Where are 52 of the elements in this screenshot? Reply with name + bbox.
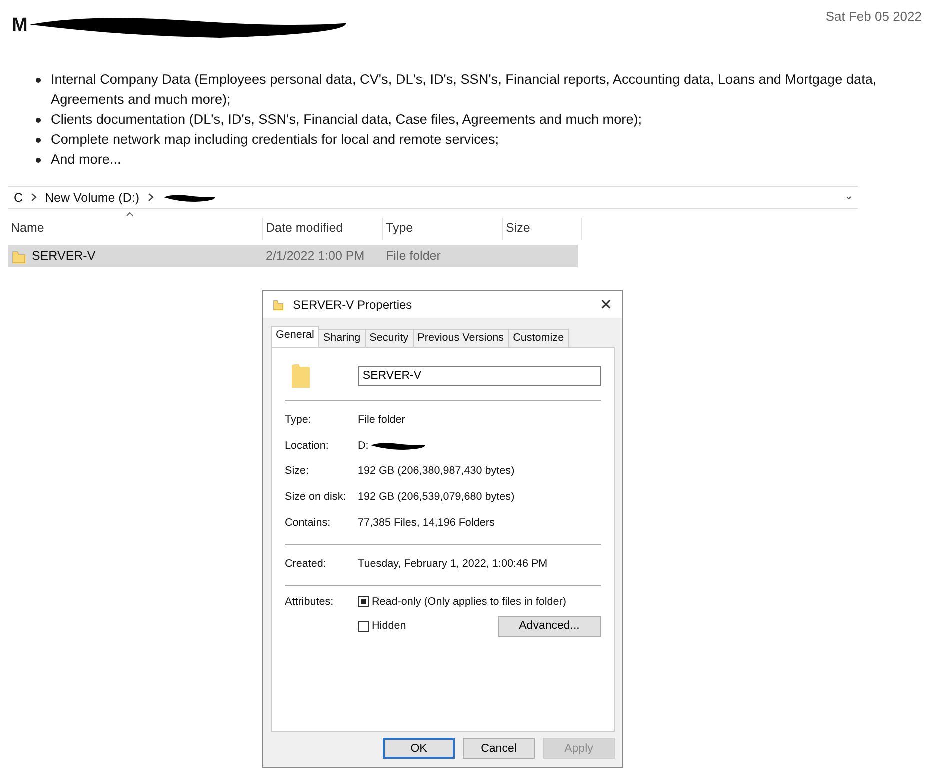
column-header[interactable]: Size <box>503 218 582 240</box>
folder-icon <box>291 363 311 389</box>
property-value: File folder <box>358 414 406 426</box>
list-item-text: Complete network map including credentials for local and remote services; <box>51 131 500 149</box>
file-name: SERVER-V <box>32 249 96 263</box>
dialog-button[interactable]: OK <box>383 738 455 759</box>
bullet-dot <box>36 138 41 143</box>
file-row[interactable]: SERVER-V 2/1/2022 1:00 PM File folder <box>8 245 578 267</box>
chevron-icon <box>146 193 155 202</box>
checkbox[interactable] <box>358 620 369 632</box>
property-label: Size: <box>285 465 310 478</box>
type-cell-text: File folder <box>385 249 442 263</box>
post-title: M <box>12 15 28 37</box>
list-item-text: And more... <box>51 151 122 169</box>
property-label: Attributes: <box>285 596 335 610</box>
dialog-button[interactable]: Cancel <box>463 738 535 759</box>
checkbox[interactable] <box>358 596 369 608</box>
bullet-dot <box>36 78 41 83</box>
dialog-title: SERVER-V Properties <box>293 298 412 312</box>
property-value: D: <box>358 440 369 452</box>
bullet-dot <box>36 158 41 163</box>
column-header[interactable]: Date modified <box>263 218 383 240</box>
chevron-icon <box>30 193 38 202</box>
property-label: Created: <box>285 558 328 570</box>
column-header[interactable]: Name <box>8 218 263 240</box>
tab[interactable]: General <box>271 326 320 347</box>
date-cell-text: 2/1/2022 1:00 PM <box>265 249 366 263</box>
advanced-button[interactable]: Advanced... <box>498 616 601 637</box>
sort-icon <box>126 212 134 217</box>
post-date: Sat Feb 05 2022 <box>826 9 922 24</box>
property-value: Tuesday, February 1, 2022, 1:00:46 PM <box>358 558 548 570</box>
close-button[interactable]: × <box>596 294 616 314</box>
folder-icon <box>273 298 284 311</box>
tab[interactable]: Customize <box>508 329 570 347</box>
dropdown-icon <box>846 194 852 200</box>
property-label: Location: <box>285 440 330 452</box>
breadcrumb-item[interactable]: C <box>14 190 24 204</box>
property-label: Type: <box>285 414 312 426</box>
property-label: Contains: <box>285 517 332 530</box>
property-value: 192 GB (206,539,079,680 bytes) <box>358 491 515 504</box>
property-label: Size on disk: <box>285 491 348 504</box>
name-field[interactable]: SERVER-V <box>358 366 601 386</box>
column-header[interactable]: Type <box>383 218 503 240</box>
checkbox-label: Read-only (Only applies to files in folder) <box>372 596 566 608</box>
list-item-text: Clients documentation (DL's, ID's, SSN's, Financial data, Case files, Agreements and much more); <box>51 111 642 129</box>
property-value: 192 GB (206,380,987,430 bytes) <box>358 465 515 478</box>
list-item-text: Internal Company Data (Employees personal data, CV's, DL's, ID's, SSN's, Financial reports, Accounting data, Loans and Mortgage data, Agreements and much more); <box>51 71 878 109</box>
property-value: 77,385 Files, 14,196 Folders <box>358 517 495 530</box>
breadcrumb-item[interactable]: New Volume (D:) <box>45 190 140 204</box>
checkbox-label: Hidden <box>372 620 406 632</box>
folder-icon <box>12 248 26 264</box>
bullet-dot <box>36 118 41 123</box>
